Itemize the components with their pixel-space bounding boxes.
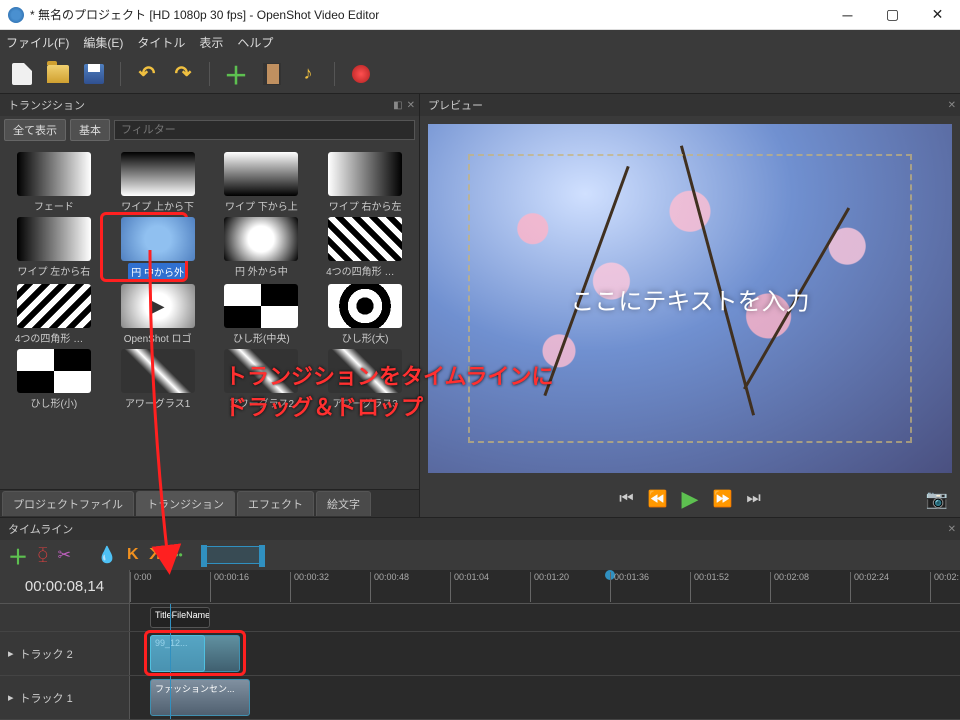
tab-project-files[interactable]: プロジェクトファイル: [2, 491, 134, 516]
main-toolbar: ↶ ↷ ＋ ♪: [0, 54, 960, 94]
open-file-button[interactable]: [44, 60, 72, 88]
transition-item[interactable]: ひし形(大): [315, 284, 415, 345]
zoom-slider[interactable]: [203, 546, 263, 564]
preview-text-overlay: ここにテキストを入力: [570, 281, 809, 316]
playhead-line: [170, 604, 171, 631]
transition-item[interactable]: ひし形(小): [4, 349, 104, 410]
prev-marker-button[interactable]: K: [127, 546, 139, 564]
next-marker-button[interactable]: K: [149, 546, 161, 564]
annotation-text: トランジションをタイムラインにドラッグ＆ドロップ: [225, 362, 553, 424]
transitions-grid: フェードワイプ 上から下ワイプ 下から上ワイプ 右から左ワイプ 左から右円 中か…: [0, 144, 419, 489]
import-button[interactable]: ＋: [222, 60, 250, 88]
close-button[interactable]: ✕: [915, 0, 960, 30]
detach-icon[interactable]: ◧: [393, 100, 402, 111]
transition-item[interactable]: ▶OpenShot ロゴ: [108, 284, 208, 345]
close-timeline-icon[interactable]: ✕: [948, 524, 956, 535]
transition-item[interactable]: 円 中から外: [108, 217, 208, 280]
timeline-toolbar: ＋ ⧲ ✂ 💧 K K •••: [0, 540, 960, 570]
rewind-button[interactable]: ⏪: [648, 489, 668, 509]
transition-item[interactable]: フェード: [4, 152, 104, 213]
tab-transitions[interactable]: トランジション: [136, 491, 235, 516]
play-button[interactable]: ▶: [682, 486, 699, 512]
tab-emoji[interactable]: 絵文字: [316, 491, 371, 516]
undo-button[interactable]: ↶: [133, 60, 161, 88]
transition-clip[interactable]: [150, 635, 205, 672]
minimize-button[interactable]: ─: [825, 0, 870, 30]
transition-item[interactable]: 円 外から中: [212, 217, 312, 280]
razor-button[interactable]: ✂: [58, 545, 71, 565]
transition-item[interactable]: ワイプ 左から右: [4, 217, 104, 280]
transition-item[interactable]: ワイプ 上から下: [108, 152, 208, 213]
maximize-button[interactable]: ▢: [870, 0, 915, 30]
menu-help[interactable]: ヘルプ: [237, 34, 273, 51]
timeline-header: タイムライン ✕: [0, 518, 960, 540]
preview-panel-header: プレビュー ✕: [420, 94, 960, 116]
new-file-button[interactable]: [8, 60, 36, 88]
close-preview-icon[interactable]: ✕: [948, 100, 956, 111]
app-icon: [8, 7, 24, 23]
tab-effects[interactable]: エフェクト: [237, 491, 314, 516]
filter-input[interactable]: [114, 120, 415, 140]
transition-item[interactable]: 4つの四角形 右 バー: [315, 217, 415, 280]
time-display: 00:00:08,14: [0, 570, 130, 603]
track-2-header[interactable]: ▸ トラック 2: [0, 632, 130, 675]
film-button[interactable]: [258, 60, 286, 88]
transition-item[interactable]: ワイプ 右から左: [315, 152, 415, 213]
transition-item[interactable]: ひし形(中央): [212, 284, 312, 345]
snapshot-button[interactable]: 📷: [926, 489, 948, 510]
menu-view[interactable]: 表示: [199, 34, 223, 51]
close-panel-icon[interactable]: ✕: [407, 100, 415, 111]
window-title: * 無名のプロジェクト [HD 1080p 30 fps] - OpenShot…: [30, 6, 825, 23]
add-track-button[interactable]: ＋: [8, 541, 28, 570]
redo-button[interactable]: ↷: [169, 60, 197, 88]
menu-file[interactable]: ファイル(F): [6, 34, 69, 51]
titlebar: * 無名のプロジェクト [HD 1080p 30 fps] - OpenShot…: [0, 0, 960, 30]
track-1-header[interactable]: ▸ トラック 1: [0, 676, 130, 719]
transition-item[interactable]: ワイプ 下から上: [212, 152, 312, 213]
save-button[interactable]: [80, 60, 108, 88]
music-button[interactable]: ♪: [294, 60, 322, 88]
time-ruler[interactable]: 0:0000:00:1600:00:3200:00:4800:01:0400:0…: [130, 570, 960, 603]
menu-title[interactable]: タイトル: [137, 34, 185, 51]
menu-edit[interactable]: 編集(E): [83, 34, 123, 51]
transitions-panel-header: トランジション ◧✕: [0, 94, 419, 116]
title-clip[interactable]: TitleFileName: [150, 607, 210, 628]
playback-controls: ⏮ ⏪ ▶ ⏩ ⏭ 📷: [420, 481, 960, 517]
transition-item[interactable]: アワーグラス1: [108, 349, 208, 410]
filter-all-tab[interactable]: 全て表示: [4, 119, 66, 141]
fashion-clip[interactable]: ファッションセン...: [150, 679, 250, 716]
forward-button[interactable]: ⏩: [712, 489, 732, 509]
jump-end-button[interactable]: ⏭: [746, 490, 760, 508]
export-button[interactable]: [347, 60, 375, 88]
menubar: ファイル(F) 編集(E) タイトル 表示 ヘルプ: [0, 30, 960, 54]
filter-basic-tab[interactable]: 基本: [70, 119, 110, 141]
marker-button[interactable]: 💧: [97, 545, 117, 565]
jump-start-button[interactable]: ⏮: [619, 490, 633, 508]
snap-button[interactable]: ⧲: [38, 546, 48, 564]
transition-item[interactable]: 4つの四角形 左 バー: [4, 284, 104, 345]
